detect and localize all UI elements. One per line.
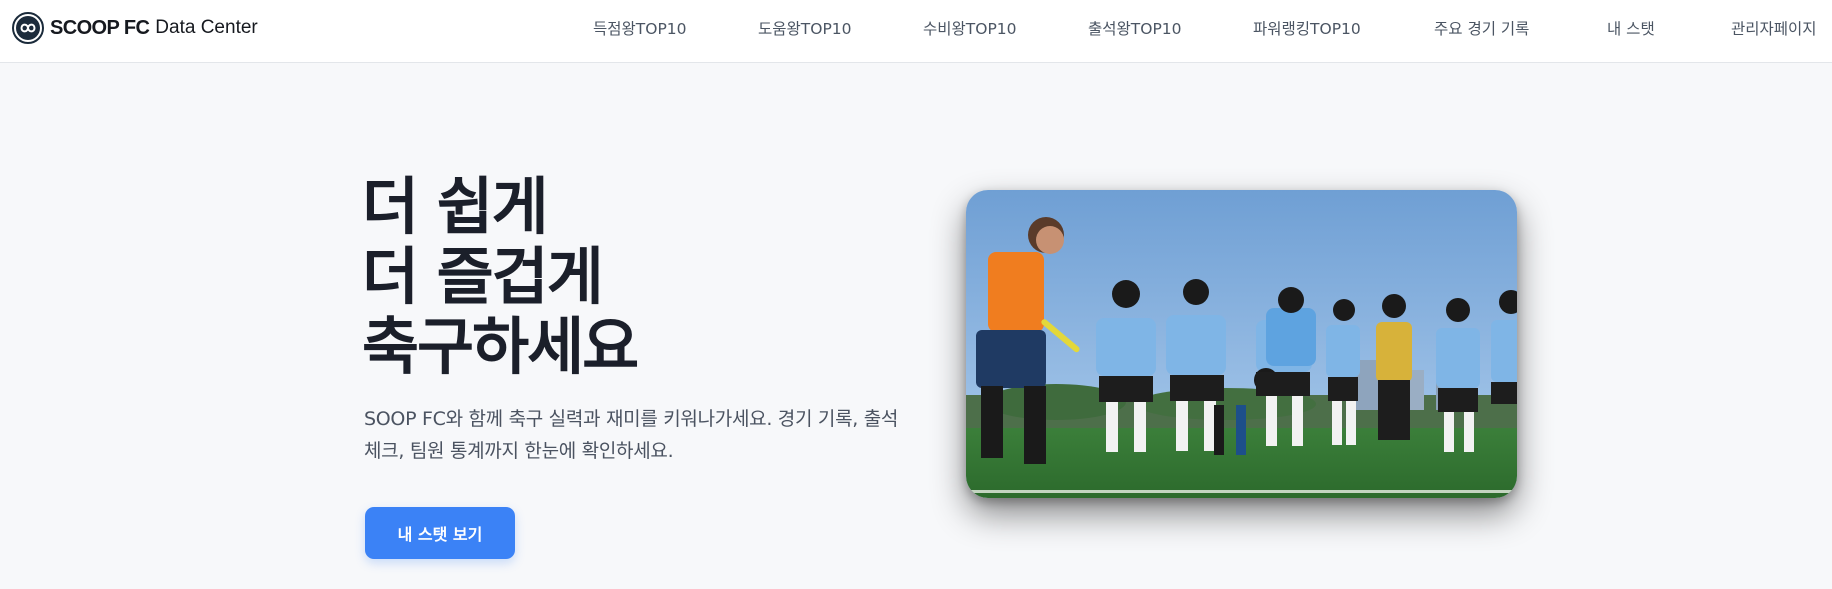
nav-item-admin-page[interactable]: 관리자페이지 [1731, 19, 1817, 39]
nav-item-major-match-records[interactable]: 주요 경기 기록 [1434, 19, 1529, 39]
hero-title-line-3: 축구하세요 [362, 310, 639, 383]
top-navigation-bar: SCOOP FC Data Center 득점왕TOP10 도움왕TOP10 수… [0, 0, 1832, 63]
nav-item-goals-top10[interactable]: 득점왕TOP10 [593, 19, 687, 39]
nav-item-my-stats[interactable]: 내 스탯 [1607, 19, 1655, 39]
nav-item-defense-top10[interactable]: 수비왕TOP10 [923, 19, 1017, 39]
nav-item-power-ranking-top10[interactable]: 파워랭킹TOP10 [1253, 19, 1361, 39]
view-my-stats-button[interactable]: 내 스탯 보기 [365, 507, 515, 559]
nav-item-attendance-top10[interactable]: 출석왕TOP10 [1088, 19, 1182, 39]
hero-title-line-1: 더 쉽게 [362, 170, 549, 243]
team-photo [966, 190, 1517, 498]
hero-title-line-2: 더 즐겁게 [362, 240, 604, 313]
nav-item-assists-top10[interactable]: 도움왕TOP10 [758, 19, 852, 39]
hero-title: 더 쉽게 더 즐겁게 축구하세요 [362, 172, 802, 382]
hero-description: SOOP FC와 함께 축구 실력과 재미를 키워나가세요. 경기 기록, 출석… [364, 408, 899, 462]
team-photo-illustration [966, 190, 1517, 498]
main-nav: 득점왕TOP10 도움왕TOP10 수비왕TOP10 출석왕TOP10 파워랭킹… [0, 0, 1832, 58]
